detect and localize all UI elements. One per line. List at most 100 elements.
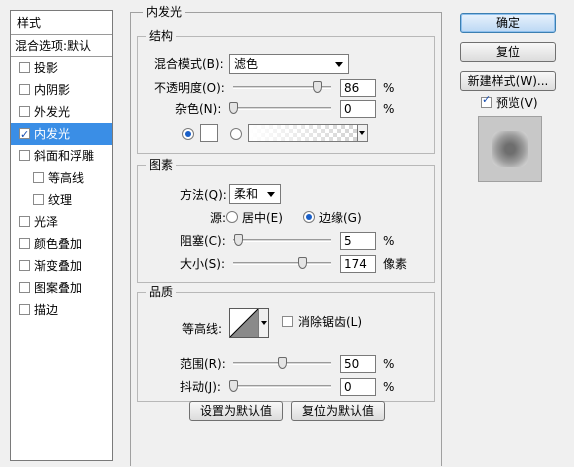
style-item-label: 纹理: [48, 193, 73, 207]
new-style-button[interactable]: 新建样式(W)...: [460, 71, 556, 91]
style-item[interactable]: 光泽: [11, 211, 112, 233]
blend-mode-select[interactable]: 滤色: [229, 54, 349, 74]
style-item[interactable]: 斜面和浮雕: [11, 145, 112, 167]
color-radio[interactable]: [182, 128, 194, 140]
noise-slider-thumb[interactable]: [229, 102, 238, 114]
structure-title: 结构: [146, 29, 177, 43]
jitter-label: 抖动(J):: [180, 380, 221, 394]
style-items: 投影内阴影外发光内发光斜面和浮雕等高线纹理光泽颜色叠加渐变叠加图案叠加描边: [11, 57, 112, 321]
elements-title: 图素: [146, 158, 177, 172]
style-item-checkbox[interactable]: [19, 216, 30, 227]
source-label: 源:: [210, 211, 227, 225]
source-edge-label: 边缘(G): [319, 211, 362, 225]
style-item-label: 描边: [34, 303, 59, 317]
gradient-radio[interactable]: [230, 128, 242, 140]
panel-title: 内发光: [143, 5, 186, 19]
gradient-dropdown-button[interactable]: [357, 124, 368, 142]
size-slider-thumb[interactable]: [297, 257, 307, 269]
style-item-checkbox[interactable]: [19, 106, 30, 117]
choke-slider-thumb[interactable]: [233, 234, 243, 246]
size-slider-track[interactable]: [233, 262, 331, 265]
style-item-label: 图案叠加: [34, 281, 83, 295]
noise-label: 杂色(N):: [175, 102, 222, 116]
range-unit: %: [383, 357, 395, 371]
style-item[interactable]: 外发光: [11, 101, 112, 123]
glow-color-swatch[interactable]: [200, 124, 218, 142]
ok-button[interactable]: 确定: [460, 13, 556, 33]
style-item-label: 内阴影: [34, 83, 71, 97]
noise-input[interactable]: 0: [340, 100, 376, 118]
size-input[interactable]: 174: [340, 255, 376, 273]
chevron-down-icon: [359, 131, 365, 135]
jitter-slider-track[interactable]: [233, 385, 331, 388]
source-edge-radio[interactable]: [303, 211, 315, 223]
style-item-checkbox[interactable]: [19, 150, 30, 161]
range-label: 范围(R):: [180, 357, 226, 371]
style-item-label: 投影: [34, 61, 59, 75]
quality-group: 品质 等高线: 消除锯齿(L) 范围(R): 50 % 抖动(J): 0 %: [137, 285, 435, 402]
style-item-checkbox[interactable]: [19, 260, 30, 271]
contour-dropdown-button[interactable]: [258, 309, 268, 337]
opacity-input[interactable]: 86: [340, 79, 376, 97]
style-item-label: 内发光: [34, 127, 71, 141]
style-item-checkbox[interactable]: [33, 172, 44, 183]
reset-button[interactable]: 复位: [460, 42, 556, 62]
choke-label: 阻塞(C):: [180, 234, 226, 248]
jitter-unit: %: [383, 380, 395, 394]
chevron-down-icon: [335, 62, 343, 67]
noise-slider-track[interactable]: [233, 107, 331, 110]
make-default-button[interactable]: 设置为默认值: [189, 401, 283, 421]
noise-unit: %: [383, 102, 395, 116]
style-item-checkbox[interactable]: [33, 194, 44, 205]
style-item-checkbox[interactable]: [19, 238, 30, 249]
inner-glow-panel: 内发光 结构 混合模式(B): 滤色 不透明度(O): 86 % 杂色(N): …: [130, 5, 442, 466]
source-center-radio[interactable]: [226, 211, 238, 223]
choke-unit: %: [383, 234, 395, 248]
style-list: 样式 混合选项:默认 投影内阴影外发光内发光斜面和浮雕等高线纹理光泽颜色叠加渐变…: [10, 10, 113, 461]
style-item-checkbox[interactable]: [19, 62, 30, 73]
style-item[interactable]: 渐变叠加: [11, 255, 112, 277]
jitter-slider-thumb[interactable]: [229, 380, 238, 392]
jitter-input[interactable]: 0: [340, 378, 376, 396]
glow-gradient-swatch[interactable]: [248, 124, 368, 142]
preview-swatch: [492, 131, 528, 167]
style-item[interactable]: 内发光: [11, 123, 112, 146]
choke-input[interactable]: 5: [340, 232, 376, 250]
antialias-checkbox[interactable]: [282, 316, 293, 327]
choke-slider-track[interactable]: [233, 239, 331, 242]
method-select[interactable]: 柔和: [229, 184, 281, 204]
contour-preview-icon: [230, 309, 258, 337]
style-item[interactable]: 描边: [11, 299, 112, 321]
opacity-label: 不透明度(O):: [154, 81, 225, 95]
elements-group: 图素 方法(Q): 柔和 源: 居中(E) 边缘(G) 阻塞(C): 5 % 大…: [137, 158, 435, 283]
blend-mode-value: 滤色: [234, 57, 259, 71]
chevron-down-icon: [261, 321, 267, 325]
preview-checkbox[interactable]: [481, 93, 492, 108]
style-item[interactable]: 纹理: [11, 189, 112, 211]
blending-options-item[interactable]: 混合选项:默认: [11, 35, 112, 57]
blend-mode-label: 混合模式(B):: [154, 57, 224, 71]
style-item[interactable]: 等高线: [11, 167, 112, 189]
source-center-label: 居中(E): [242, 211, 283, 225]
contour-label: 等高线:: [182, 322, 223, 336]
size-label: 大小(S):: [180, 257, 226, 271]
contour-picker[interactable]: [229, 308, 269, 338]
style-item[interactable]: 图案叠加: [11, 277, 112, 299]
style-item-checkbox[interactable]: [19, 84, 30, 95]
range-slider-thumb[interactable]: [278, 357, 287, 369]
style-item[interactable]: 投影: [11, 57, 112, 79]
range-input[interactable]: 50: [340, 355, 376, 373]
style-item-checkbox[interactable]: [19, 124, 30, 146]
style-item-checkbox[interactable]: [19, 282, 30, 293]
style-list-header[interactable]: 样式: [11, 11, 112, 35]
chevron-down-icon: [267, 192, 275, 197]
reset-default-button[interactable]: 复位为默认值: [291, 401, 385, 421]
style-item-label: 等高线: [48, 171, 85, 185]
style-item[interactable]: 颜色叠加: [11, 233, 112, 255]
style-item-label: 颜色叠加: [34, 237, 83, 251]
style-item[interactable]: 内阴影: [11, 79, 112, 101]
opacity-slider-thumb[interactable]: [313, 81, 323, 93]
preview-label: 预览(V): [496, 96, 538, 110]
style-item-label: 外发光: [34, 105, 71, 119]
style-item-checkbox[interactable]: [19, 304, 30, 315]
